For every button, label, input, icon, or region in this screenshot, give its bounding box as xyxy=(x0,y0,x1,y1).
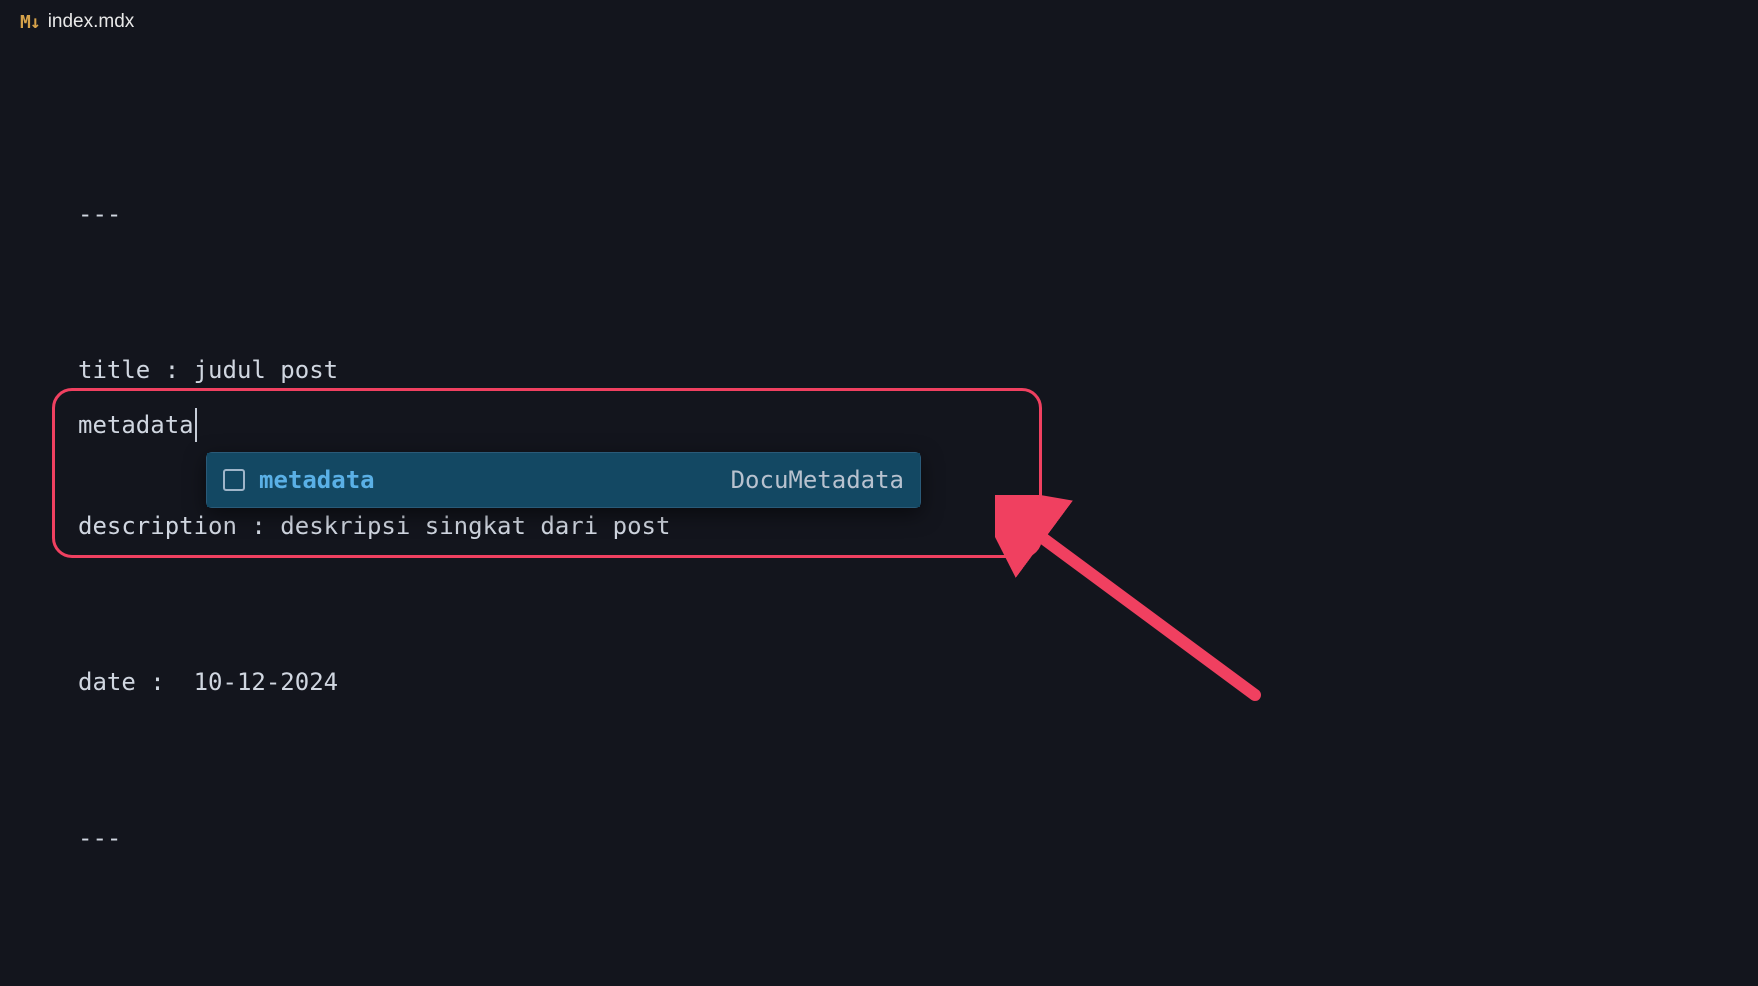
variable-icon xyxy=(223,469,245,491)
autocomplete-label: metadata xyxy=(259,466,717,494)
autocomplete-item[interactable]: metadata DocuMetadata xyxy=(207,453,920,507)
code-line: --- xyxy=(78,812,1758,864)
text-cursor xyxy=(195,408,197,442)
code-line: title : judul post xyxy=(78,344,1758,396)
tab-title[interactable]: index.mdx xyxy=(48,11,135,33)
code-line: date : 10-12-2024 xyxy=(78,656,1758,708)
typed-text: metadata xyxy=(78,411,194,439)
current-input[interactable]: metadata xyxy=(78,407,197,443)
code-line: --- xyxy=(78,188,1758,240)
autocomplete-popup: metadata DocuMetadata xyxy=(206,452,921,508)
mdx-file-icon: M↓ xyxy=(20,12,40,33)
tab-bar: M↓ index.mdx xyxy=(0,0,1758,44)
autocomplete-detail: DocuMetadata xyxy=(731,466,904,494)
